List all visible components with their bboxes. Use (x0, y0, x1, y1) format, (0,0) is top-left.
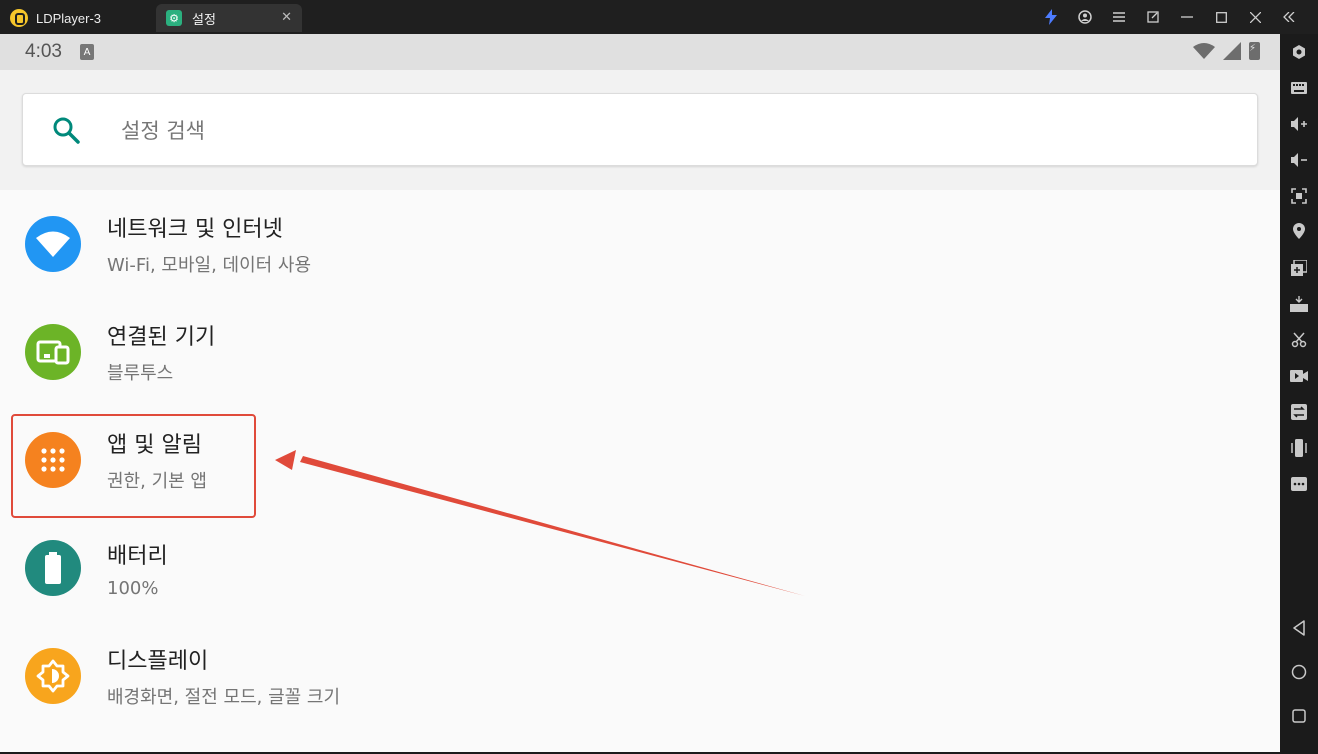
status-bar: 4:03 A (0, 34, 1280, 70)
item-subtitle: Wi-Fi, 모바일, 데이터 사용 (107, 255, 312, 276)
tab-settings[interactable]: ⚙ 설정 ✕ (156, 4, 302, 32)
battery-charging-icon (1249, 42, 1260, 60)
search-input[interactable]: 설정 검색 (22, 93, 1258, 166)
popout-icon[interactable] (1136, 6, 1170, 28)
android-screen: 4:03 A 설정 검색 네트워크 및 인터넷 Wi-Fi, 모바일, 데이터 … (0, 34, 1280, 752)
sync-icon[interactable] (1287, 400, 1311, 424)
close-icon[interactable] (1238, 6, 1272, 28)
more-icon[interactable] (1287, 472, 1311, 496)
minimize-icon[interactable] (1170, 6, 1204, 28)
tab-label: 설정 (192, 12, 216, 28)
cellular-icon (1223, 42, 1241, 60)
emulator-toolbar (1280, 34, 1318, 754)
volume-up-icon[interactable] (1287, 112, 1311, 136)
location-icon[interactable] (1287, 220, 1311, 244)
notification-badge: A (79, 44, 94, 60)
status-icons (1193, 42, 1260, 60)
back-icon[interactable] (1287, 616, 1311, 640)
shake-icon[interactable] (1287, 436, 1311, 460)
screenshot-icon[interactable] (1287, 184, 1311, 208)
item-title: 연결된 기기 (107, 325, 216, 350)
settings-icon[interactable] (1287, 40, 1311, 64)
scissors-icon[interactable] (1287, 328, 1311, 352)
bolt-icon[interactable] (1034, 6, 1068, 28)
settings-item-display[interactable]: 디스플레이 배경화면, 절전 모드, 글꼴 크기 (0, 622, 1280, 730)
recents-icon[interactable] (1287, 704, 1311, 728)
item-subtitle: 블루투스 (107, 363, 174, 384)
window-controls (1034, 6, 1306, 28)
item-title: 배터리 (107, 543, 168, 569)
search-icon (53, 117, 80, 144)
account-icon[interactable] (1068, 6, 1102, 28)
settings-item-battery[interactable]: 배터리 100% (0, 514, 1280, 622)
item-subtitle: 100% (107, 577, 159, 599)
settings-gear-icon: ⚙ (166, 10, 182, 26)
status-time: 4:03 (25, 41, 62, 62)
wifi-status-icon (1193, 43, 1215, 59)
window-titlebar: LDPlayer-3 ⚙ 설정 ✕ (0, 0, 1318, 34)
search-area: 설정 검색 (0, 70, 1280, 190)
app-title: LDPlayer-3 (36, 10, 102, 26)
search-placeholder: 설정 검색 (121, 118, 205, 143)
item-title: 네트워크 및 인터넷 (107, 217, 283, 242)
tab-close-icon[interactable]: ✕ (281, 10, 292, 25)
collapse-icon[interactable] (1272, 6, 1306, 28)
app-tab[interactable]: LDPlayer-3 (10, 6, 101, 30)
wifi-icon (25, 216, 81, 272)
multi-window-icon[interactable] (1287, 256, 1311, 280)
settings-item-network[interactable]: 네트워크 및 인터넷 Wi-Fi, 모바일, 데이터 사용 (0, 190, 1280, 298)
keyboard-icon[interactable] (1287, 76, 1311, 100)
item-subtitle: 배경화면, 절전 모드, 글꼴 크기 (107, 687, 341, 708)
brightness-icon (25, 648, 81, 704)
ldplayer-logo-icon (10, 9, 28, 27)
highlight-box (11, 414, 256, 518)
menu-icon[interactable] (1102, 6, 1136, 28)
apk-install-icon[interactable] (1287, 292, 1311, 316)
maximize-icon[interactable] (1204, 6, 1238, 28)
item-title: 디스플레이 (107, 649, 209, 674)
record-icon[interactable] (1287, 364, 1311, 388)
battery-icon (25, 540, 81, 596)
devices-icon (25, 324, 81, 380)
volume-down-icon[interactable] (1287, 148, 1311, 172)
settings-item-connected-devices[interactable]: 연결된 기기 블루투스 (0, 298, 1280, 406)
home-icon[interactable] (1287, 660, 1311, 684)
